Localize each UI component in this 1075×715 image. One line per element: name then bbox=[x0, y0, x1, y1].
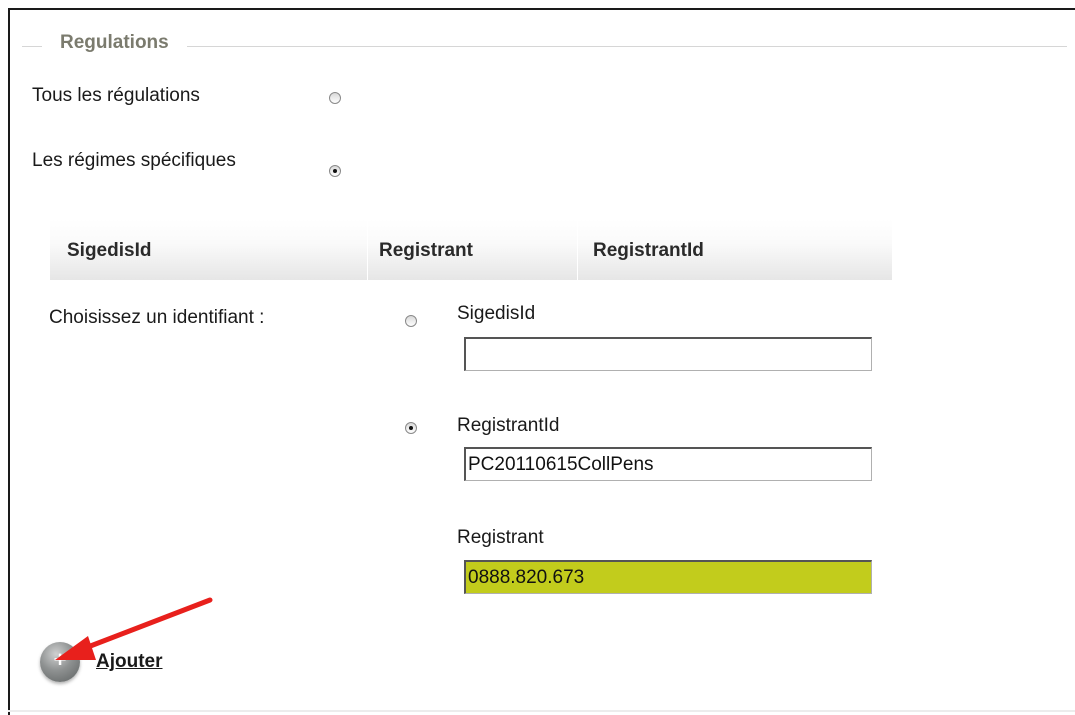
bottom-border bbox=[8, 710, 1075, 712]
red-arrow-icon bbox=[55, 597, 213, 660]
